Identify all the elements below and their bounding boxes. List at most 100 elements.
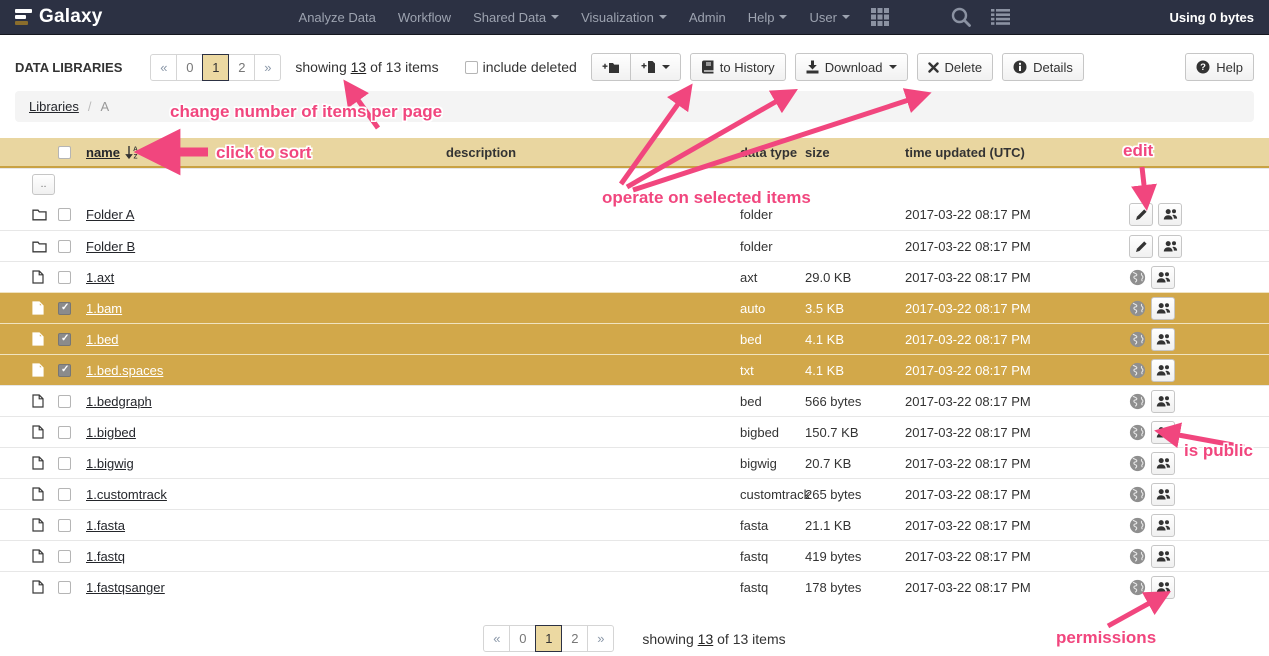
item-name-link[interactable]: 1.fastq — [86, 549, 125, 564]
page-next-button[interactable]: » — [587, 625, 614, 652]
permissions-button[interactable] — [1151, 452, 1175, 475]
include-deleted-checkbox[interactable] — [465, 61, 478, 74]
sort-by-name-link[interactable]: name AZ — [86, 145, 140, 160]
page-prev-button[interactable]: « — [150, 54, 177, 81]
masthead: Galaxy Analyze Data Workflow Shared Data… — [0, 0, 1269, 35]
usage-indicator[interactable]: Using 0 bytes — [1169, 10, 1254, 25]
table-row: Folder B folder 2017-03-22 08:17 PM — [0, 230, 1269, 261]
items-per-page-link[interactable]: 13 — [698, 631, 714, 647]
row-checkbox[interactable] — [58, 488, 71, 501]
header-data-type: data type — [740, 145, 805, 160]
size-cell: 21.1 KB — [805, 518, 905, 533]
search-icon[interactable] — [941, 6, 981, 28]
help-button[interactable]: ? Help — [1185, 53, 1254, 81]
grid-menu-icon[interactable] — [861, 7, 899, 27]
breadcrumb-libraries-link[interactable]: Libraries — [29, 99, 79, 114]
item-name-link[interactable]: 1.bed.spaces — [86, 363, 163, 378]
page-0-button[interactable]: 0 — [176, 54, 203, 81]
galaxy-brand[interactable]: Galaxy — [15, 6, 103, 28]
row-checkbox[interactable] — [58, 208, 71, 221]
time-updated-cell: 2017-03-22 08:17 PM — [905, 487, 1105, 502]
menu-shared-data[interactable]: Shared Data — [462, 0, 570, 35]
permissions-button[interactable] — [1151, 421, 1175, 444]
row-checkbox[interactable] — [58, 550, 71, 563]
size-cell: 566 bytes — [805, 394, 905, 409]
users-group-icon — [1163, 208, 1178, 221]
include-deleted-toggle[interactable]: include deleted — [465, 59, 577, 75]
row-checkbox[interactable] — [58, 302, 71, 315]
users-group-icon — [1156, 364, 1171, 377]
permissions-button[interactable] — [1151, 297, 1175, 320]
scratchbook-list-icon[interactable] — [981, 7, 1020, 27]
file-icon — [32, 580, 44, 594]
page-0-button[interactable]: 0 — [509, 625, 536, 652]
data-type-cell: auto — [740, 301, 805, 316]
add-items-button-group — [591, 53, 681, 81]
breadcrumb-current: A — [100, 99, 109, 114]
row-checkbox[interactable] — [58, 426, 71, 439]
select-all-checkbox[interactable] — [58, 146, 71, 159]
time-updated-cell: 2017-03-22 08:17 PM — [905, 549, 1105, 564]
item-name-link[interactable]: 1.customtrack — [86, 487, 167, 502]
item-name-link[interactable]: 1.fastqsanger — [86, 580, 165, 595]
menu-visualization[interactable]: Visualization — [570, 0, 678, 35]
item-name-link[interactable]: Folder A — [86, 207, 134, 222]
row-checkbox[interactable] — [58, 333, 71, 346]
row-checkbox[interactable] — [58, 240, 71, 253]
is-public-globe-icon — [1129, 486, 1146, 503]
row-checkbox[interactable] — [58, 519, 71, 532]
details-button[interactable]: Details — [1002, 53, 1084, 81]
table-row: 1.fastqsanger fastq 178 bytes 2017-03-22… — [0, 571, 1269, 602]
row-checkbox[interactable] — [58, 457, 71, 470]
item-name-link[interactable]: 1.axt — [86, 270, 114, 285]
menu-user[interactable]: User — [798, 0, 860, 35]
permissions-button[interactable] — [1158, 203, 1182, 226]
file-icon — [32, 425, 44, 439]
item-name-link[interactable]: Folder B — [86, 239, 135, 254]
page-prev-button[interactable]: « — [483, 625, 510, 652]
item-name-link[interactable]: 1.fasta — [86, 518, 125, 533]
delete-button[interactable]: Delete — [917, 53, 994, 81]
add-folder-button[interactable] — [591, 53, 631, 81]
item-name-link[interactable]: 1.bigwig — [86, 456, 134, 471]
is-public-globe-icon — [1129, 269, 1146, 286]
add-datasets-button[interactable] — [630, 53, 681, 81]
items-per-page-link[interactable]: 13 — [351, 59, 367, 75]
permissions-button[interactable] — [1158, 235, 1182, 258]
item-name-link[interactable]: 1.bigbed — [86, 425, 136, 440]
item-name-link[interactable]: 1.bed — [86, 332, 119, 347]
to-history-button[interactable]: to History — [690, 53, 786, 81]
masthead-menu: Analyze Data Workflow Shared Data Visual… — [288, 0, 861, 35]
page-2-button[interactable]: 2 — [561, 625, 588, 652]
menu-workflow[interactable]: Workflow — [387, 0, 462, 35]
edit-button[interactable] — [1129, 235, 1153, 258]
page-1-button[interactable]: 1 — [202, 54, 229, 81]
permissions-button[interactable] — [1151, 266, 1175, 289]
permissions-button[interactable] — [1151, 328, 1175, 351]
page-2-button[interactable]: 2 — [228, 54, 255, 81]
permissions-button[interactable] — [1151, 576, 1175, 599]
item-name-link[interactable]: 1.bam — [86, 301, 122, 316]
row-checkbox[interactable] — [58, 581, 71, 594]
permissions-button[interactable] — [1151, 359, 1175, 382]
is-public-globe-icon — [1129, 300, 1146, 317]
data-type-cell: customtrack — [740, 487, 805, 502]
permissions-button[interactable] — [1151, 390, 1175, 413]
item-name-link[interactable]: 1.bedgraph — [86, 394, 152, 409]
time-updated-cell: 2017-03-22 08:17 PM — [905, 518, 1105, 533]
up-one-level-button[interactable]: .. — [32, 174, 55, 195]
row-checkbox[interactable] — [58, 395, 71, 408]
menu-analyze-data[interactable]: Analyze Data — [288, 0, 387, 35]
permissions-button[interactable] — [1151, 514, 1175, 537]
permissions-button[interactable] — [1151, 545, 1175, 568]
menu-admin[interactable]: Admin — [678, 0, 737, 35]
row-checkbox[interactable] — [58, 364, 71, 377]
download-button[interactable]: Download — [795, 53, 908, 81]
permissions-button[interactable] — [1151, 483, 1175, 506]
menu-help[interactable]: Help — [737, 0, 799, 35]
edit-button[interactable] — [1129, 203, 1153, 226]
page-next-button[interactable]: » — [254, 54, 281, 81]
svg-text:A: A — [133, 146, 138, 153]
page-1-button[interactable]: 1 — [535, 625, 562, 652]
row-checkbox[interactable] — [58, 271, 71, 284]
